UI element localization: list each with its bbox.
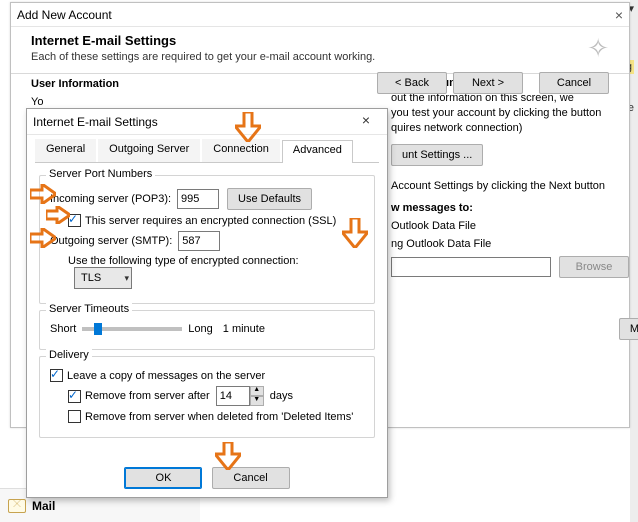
ssl-label: This server requires an encrypted connec… xyxy=(85,215,336,227)
next-button[interactable]: Next > xyxy=(453,72,523,94)
back-button[interactable]: < Back xyxy=(377,72,447,94)
dlg-tabs: General Outgoing Server Connection Advan… xyxy=(35,139,379,163)
timeout-long-label: Long xyxy=(188,323,212,335)
incoming-label: Incoming server (POP3): xyxy=(50,193,171,205)
wizard-cancel-button[interactable]: Cancel xyxy=(539,72,609,94)
data-file-path-field[interactable] xyxy=(391,257,551,277)
tab-general[interactable]: General xyxy=(35,139,96,162)
remove-deleted-label: Remove from server when deleted from 'De… xyxy=(85,411,353,423)
chevron-down-icon: ▾ xyxy=(124,273,129,284)
user-info-heading: User Information xyxy=(31,78,119,90)
group-port-numbers: Server Port Numbers Incoming server (POP… xyxy=(39,175,375,304)
dlg-footer: OK Cancel xyxy=(27,467,387,489)
wizard-nav: < Back Next > Cancel xyxy=(377,72,609,94)
incoming-port-field[interactable] xyxy=(177,189,219,209)
group-port-numbers-legend: Server Port Numbers xyxy=(46,168,155,180)
tab-outgoing[interactable]: Outgoing Server xyxy=(98,139,200,162)
slider-thumb[interactable] xyxy=(94,323,102,335)
group-timeouts: Server Timeouts Short Long 1 minute xyxy=(39,310,375,350)
dlg-content: Server Port Numbers Incoming server (POP… xyxy=(27,163,387,450)
mail-icon xyxy=(8,499,26,513)
group-delivery: Delivery Leave a copy of messages on the… xyxy=(39,356,375,438)
radio-opt1-label: Outlook Data File xyxy=(391,220,638,232)
tab-connection[interactable]: Connection xyxy=(202,139,280,162)
header-title: Internet E-mail Settings xyxy=(31,33,609,48)
add-account-titlebar: Add New Account × xyxy=(11,3,629,27)
screenshot-stage: rs ▾ nag e Ne Add New Account × Internet… xyxy=(0,0,638,522)
ok-button[interactable]: OK xyxy=(124,467,202,489)
test-account-settings-button[interactable]: unt Settings ... xyxy=(391,144,483,166)
header-subtitle: Each of these settings are required to g… xyxy=(31,51,609,63)
test-settings-column: Test Account Settings out the informatio… xyxy=(391,74,638,340)
encryption-value: TLS xyxy=(81,272,101,284)
tab-advanced[interactable]: Advanced xyxy=(282,140,353,163)
use-defaults-button[interactable]: Use Defaults xyxy=(227,188,312,210)
dlg-title: Internet E-mail Settings xyxy=(33,115,158,129)
dlg-close-icon[interactable]: × xyxy=(351,112,381,132)
leave-copy-label: Leave a copy of messages on the server xyxy=(67,370,265,382)
remove-deleted-checkbox[interactable] xyxy=(68,410,81,423)
new-messages-to-label: w messages to: xyxy=(391,202,638,214)
close-icon[interactable]: × xyxy=(615,7,623,23)
timeout-short-label: Short xyxy=(50,323,76,335)
radio-opt2-label: ng Outlook Data File xyxy=(391,238,638,250)
ssl-checkbox[interactable] xyxy=(68,214,81,227)
leave-copy-checkbox[interactable] xyxy=(50,369,63,382)
label-fragment-yo: Yo xyxy=(31,96,119,108)
encryption-label: Use the following type of encrypted conn… xyxy=(68,255,299,267)
email-settings-dialog: Internet E-mail Settings × General Outgo… xyxy=(26,108,388,498)
remove-after-days-value: 14 xyxy=(216,386,250,406)
remove-after-checkbox[interactable] xyxy=(68,390,81,403)
group-timeouts-legend: Server Timeouts xyxy=(46,303,132,315)
add-account-header: Internet E-mail Settings Each of these s… xyxy=(11,27,629,74)
browse-button[interactable]: Browse xyxy=(559,256,629,278)
test-settings-l3: quires network connection) xyxy=(391,122,638,134)
dlg-cancel-button[interactable]: Cancel xyxy=(212,467,290,489)
group-delivery-legend: Delivery xyxy=(46,349,92,361)
more-settings-button[interactable]: More Settings ... xyxy=(619,318,638,340)
remove-after-days-spinner[interactable]: 14 ▲▼ xyxy=(216,386,264,406)
timeout-slider[interactable] xyxy=(82,327,182,331)
add-account-body: User Information Yo E-m Se Ac In Ou Lo U… xyxy=(11,74,629,106)
cursor-sparkle-icon: ✧ xyxy=(587,33,609,64)
days-label: days xyxy=(270,390,293,402)
outgoing-label: Outgoing server (SMTP): xyxy=(50,235,172,247)
auto-test-label: Account Settings by clicking the Next bu… xyxy=(391,180,638,192)
add-account-title: Add New Account xyxy=(17,8,112,22)
timeout-value: 1 minute xyxy=(223,323,265,335)
remove-after-label: Remove from server after xyxy=(85,390,210,402)
spinner-up-icon[interactable]: ▲ xyxy=(250,386,264,396)
test-settings-l2: you test your account by clicking the bu… xyxy=(391,107,638,119)
mail-nav-label: Mail xyxy=(32,499,55,513)
dlg-titlebar: Internet E-mail Settings × xyxy=(27,109,387,135)
outgoing-port-field[interactable] xyxy=(178,231,220,251)
spinner-down-icon[interactable]: ▼ xyxy=(250,396,264,406)
encryption-dropdown[interactable]: TLS ▾ xyxy=(74,267,132,289)
